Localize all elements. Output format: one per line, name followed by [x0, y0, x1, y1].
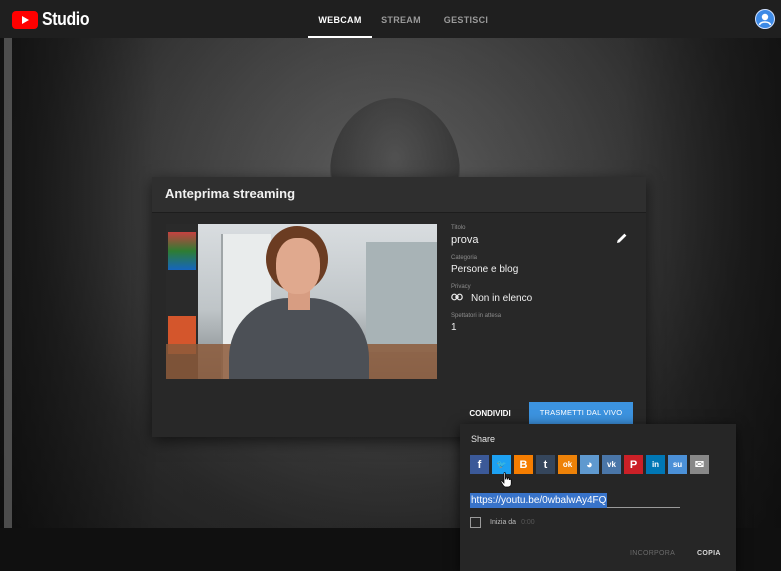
- embed-button[interactable]: INCORPORA: [630, 550, 675, 557]
- tab-stream[interactable]: STREAM: [372, 0, 430, 38]
- stream-preview-dialog: Anteprima streaming Titolo prova Categor…: [152, 177, 646, 437]
- share-title: Share: [471, 434, 496, 444]
- privacy-value: Non in elenco: [471, 293, 533, 304]
- privacy-label: Privacy: [451, 284, 471, 290]
- email-glyph: ✉: [694, 459, 705, 471]
- blogger-icon[interactable]: B: [514, 455, 533, 474]
- preview-screen: [168, 232, 196, 270]
- left-edge: [4, 38, 12, 571]
- stream-metadata: Titolo prova Categoria Persone e blog Pr…: [451, 225, 631, 342]
- category-value: Persone e blog: [451, 264, 519, 275]
- linkedin-glyph: in: [651, 460, 660, 469]
- tab-manage[interactable]: GESTISCI: [430, 0, 502, 38]
- pinterest-glyph: P: [629, 458, 638, 471]
- preview-person-face: [276, 238, 320, 294]
- reddit-glyph: ◕: [586, 458, 593, 471]
- category-label: Categoria: [451, 255, 478, 261]
- youtube-play-icon: [12, 10, 38, 29]
- link-icon: [451, 293, 463, 304]
- odnoklassniki-icon[interactable]: ok: [558, 455, 577, 474]
- start-at-checkbox[interactable]: [470, 517, 481, 528]
- waiting-viewers-label: Spettatori in attesa: [451, 313, 502, 319]
- share-popup: Share f 🐦 Bt ok ◕ vk Pin su ✉ https://youtu.be/0…: [460, 424, 736, 571]
- start-at-label: Inizia da: [490, 519, 517, 526]
- studio-logo-text: Studio: [42, 9, 90, 29]
- tab-webcam[interactable]: WEBCAM: [308, 0, 372, 38]
- waiting-viewers-value: 1: [451, 322, 457, 333]
- start-at-row: Inizia da 0:00: [470, 517, 535, 528]
- copy-button[interactable]: COPIA: [697, 550, 721, 557]
- go-live-button[interactable]: TRASMETTI DAL VIVO: [529, 402, 633, 424]
- stumbleupon-icon[interactable]: su: [668, 455, 687, 474]
- dialog-title: Anteprima streaming: [152, 177, 646, 213]
- studio-logo[interactable]: Studio: [12, 9, 96, 30]
- webcam-preview: [166, 224, 437, 379]
- share-button[interactable]: CONDIVIDI: [462, 403, 518, 424]
- linkedin-icon[interactable]: in: [646, 455, 665, 474]
- share-url[interactable]: https://youtu.be/0wbalwAy4FQ: [470, 493, 608, 508]
- reddit-icon[interactable]: ◕: [580, 455, 599, 474]
- email-icon[interactable]: ✉: [690, 455, 709, 474]
- account-avatar[interactable]: [755, 9, 775, 29]
- tumblr-glyph: t: [543, 458, 548, 471]
- vk-glyph: vk: [607, 460, 616, 469]
- twitter-glyph: 🐦: [496, 460, 507, 469]
- preview-right-area: [366, 242, 437, 352]
- title-label: Titolo: [451, 225, 466, 231]
- hand-cursor-icon: [500, 472, 512, 493]
- tab-bar: WEBCAM STREAM GESTISCI: [308, 0, 502, 38]
- facebook-icon[interactable]: f: [470, 455, 489, 474]
- vk-icon[interactable]: vk: [602, 455, 621, 474]
- top-bar: Studio WEBCAM STREAM GESTISCI: [0, 0, 781, 38]
- start-at-time[interactable]: 0:00: [521, 519, 535, 526]
- title-value: prova: [451, 234, 479, 246]
- odnoklassniki-glyph: ok: [562, 460, 573, 469]
- facebook-glyph: f: [477, 458, 482, 471]
- privacy-value-row: Non in elenco: [451, 293, 631, 304]
- stumbleupon-glyph: su: [672, 460, 683, 469]
- tumblr-icon[interactable]: t: [536, 455, 555, 474]
- pinterest-icon[interactable]: P: [624, 455, 643, 474]
- blogger-glyph: B: [519, 458, 528, 471]
- edit-pencil-icon[interactable]: [616, 231, 628, 249]
